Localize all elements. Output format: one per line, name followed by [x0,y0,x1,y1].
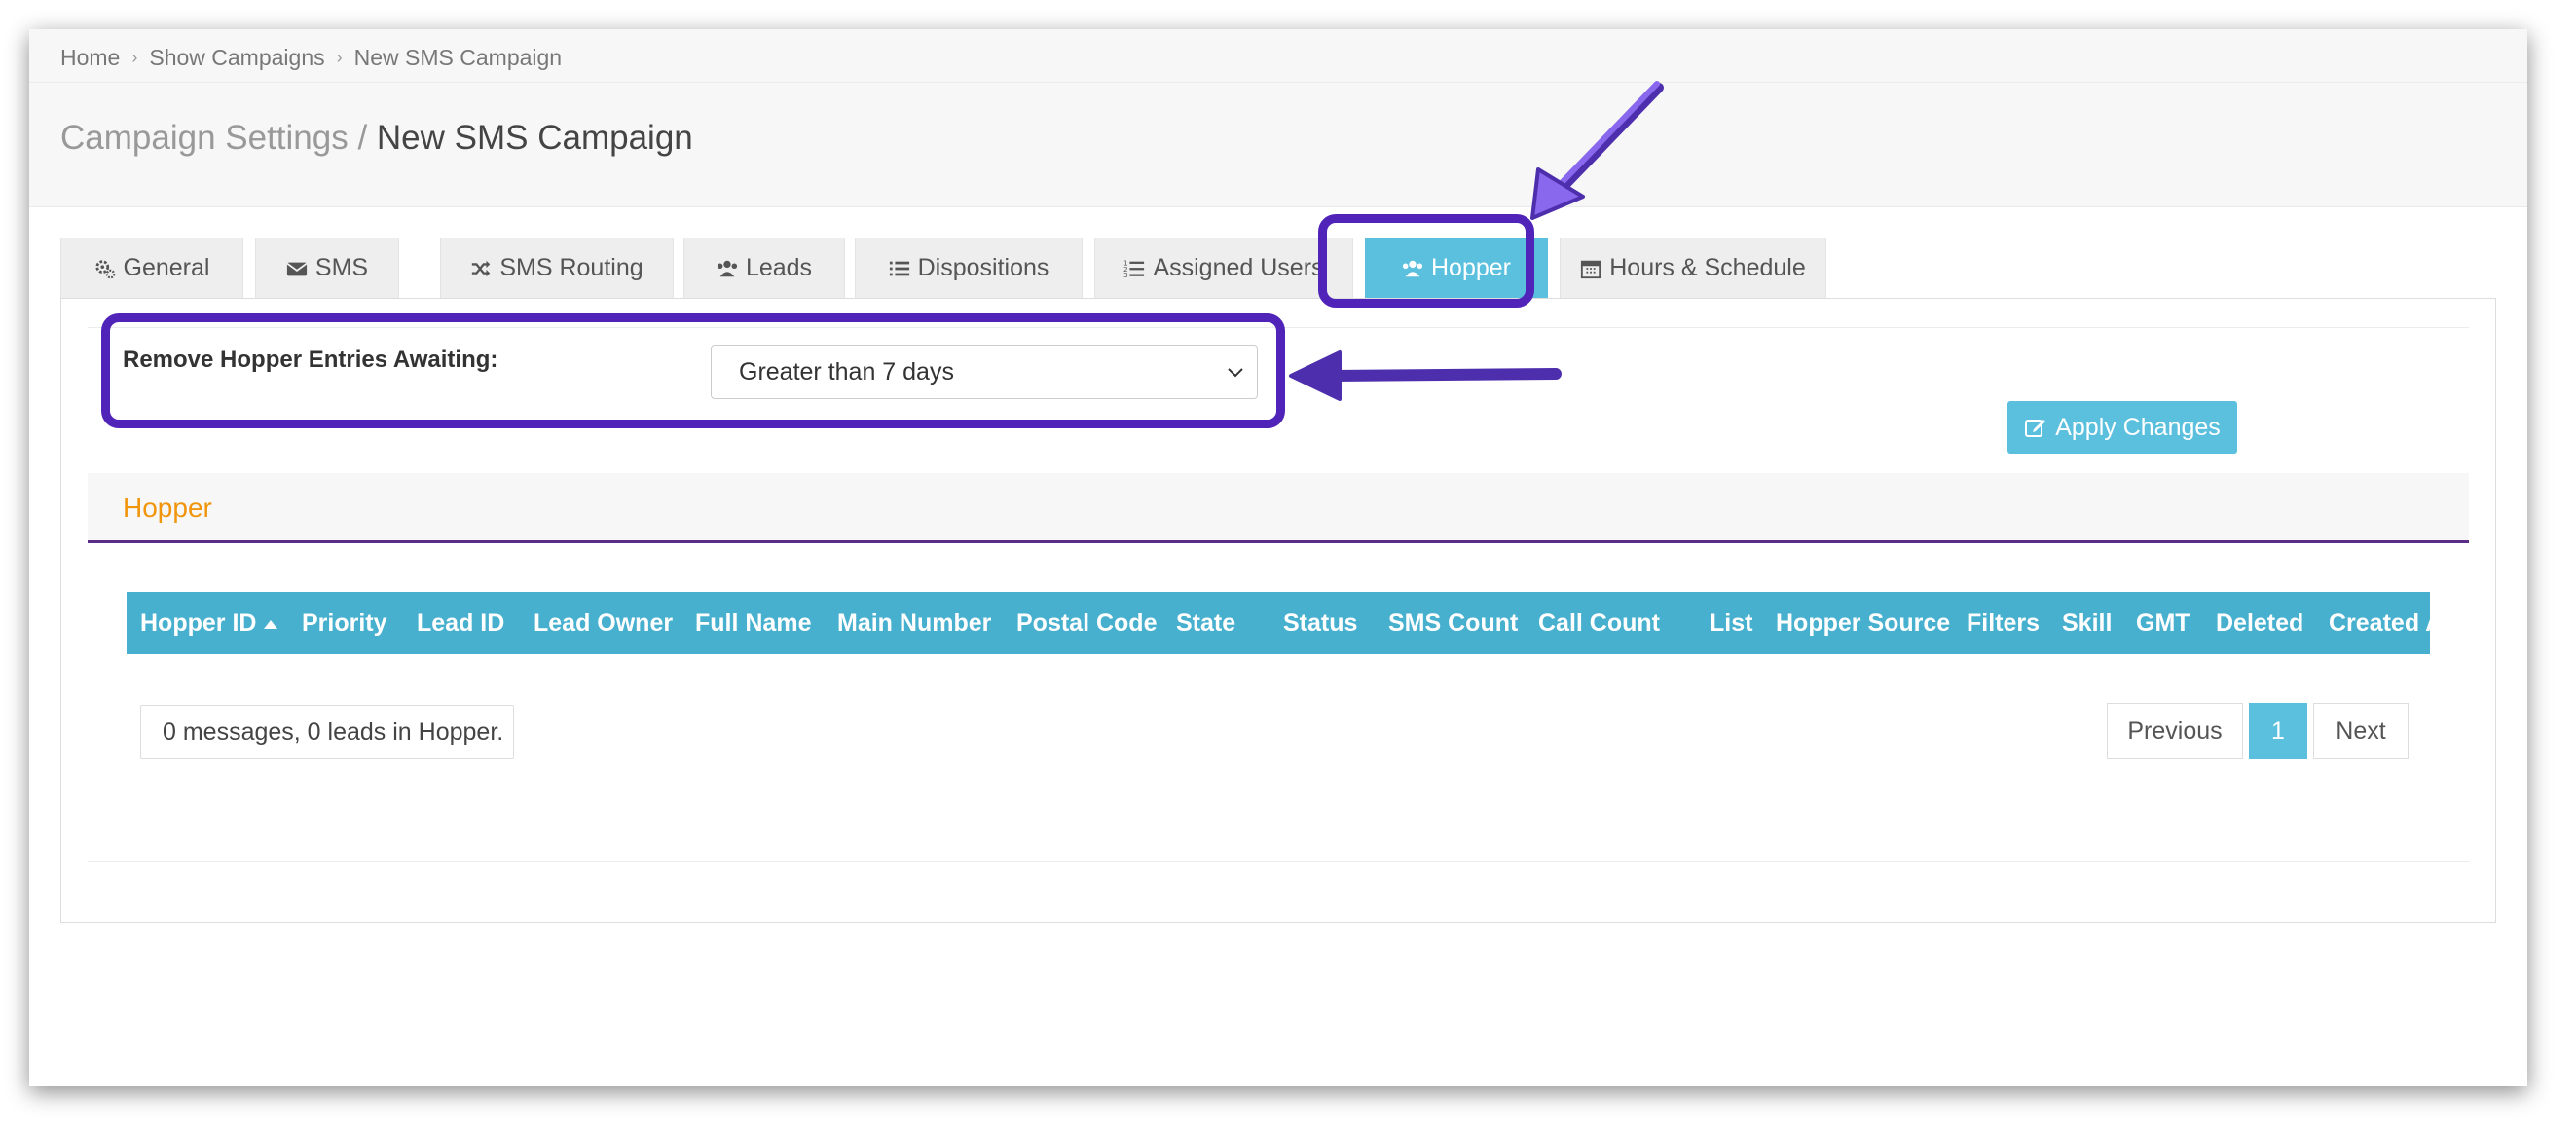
col-lead-owner[interactable]: Lead Owner [534,592,673,654]
col-main-number[interactable]: Main Number [837,592,991,654]
tab-label: SMS Routing [499,254,644,281]
col-state[interactable]: State [1176,592,1235,654]
hopper-info: 0 messages, 0 leads in Hopper. [140,705,514,759]
pagination-previous-button[interactable]: Previous [2107,703,2243,759]
users-icon [717,260,738,276]
col-priority[interactable]: Priority [302,592,387,654]
apply-changes-label: Apply Changes [2055,413,2221,441]
tab-sms[interactable]: SMS [255,238,399,298]
breadcrumb-show-campaigns[interactable]: Show Campaigns [149,45,324,71]
page-title-prefix: Campaign Settings / [60,119,368,157]
tab-leads[interactable]: Leads [683,238,845,298]
breadcrumb: Home › Show Campaigns › New SMS Campaign [60,41,562,74]
chevron-right-icon: › [131,47,138,67]
pagination-page-button[interactable]: 1 [2249,703,2307,759]
annotation-highlight-hopper-tab [1318,214,1534,308]
tab-assigned-users[interactable]: 123 Assigned Users [1094,238,1353,298]
section-title: Hopper [123,493,212,523]
col-gmt[interactable]: GMT [2136,592,2190,654]
breadcrumb-home[interactable]: Home [60,45,120,71]
random-icon [472,260,491,276]
apply-changes-button[interactable]: Apply Changes [2007,401,2237,454]
tab-label: SMS [314,254,369,281]
tab-dispositions[interactable]: Dispositions [855,238,1083,298]
hopper-table-header: Hopper ID Priority Lead ID Lead Owner Fu… [127,592,2451,654]
col-deleted[interactable]: Deleted [2216,592,2303,654]
col-sms-count[interactable]: SMS Count [1388,592,1518,654]
page-title-name: New SMS Campaign [376,119,693,157]
tab-label: Leads [745,254,813,281]
tab-hours-schedule[interactable]: Hours & Schedule [1560,238,1826,298]
col-created-at[interactable]: Created At [2329,592,2451,654]
sort-asc-icon [264,619,278,629]
col-hopper-source[interactable]: Hopper Source [1776,592,1950,654]
envelope-icon [286,262,308,275]
divider [88,861,2469,862]
hopper-section-header: Hopper [88,473,2469,543]
chevron-right-icon: › [336,47,343,67]
pagination-next-button[interactable]: Next [2313,703,2409,759]
col-full-name[interactable]: Full Name [695,592,811,654]
tab-general[interactable]: General [60,238,243,298]
tab-label: Dispositions [917,254,1049,281]
col-call-count[interactable]: Call Count [1538,592,1660,654]
list-ol-icon: 123 [1123,258,1145,279]
page-header: Home › Show Campaigns › New SMS Campaign… [29,29,2527,207]
breadcrumb-current: New SMS Campaign [353,44,563,70]
col-label: Hopper ID [140,609,257,637]
tab-label: Assigned Users [1153,254,1324,281]
tab-sms-routing[interactable]: SMS Routing [440,238,674,298]
annotation-highlight-remove-field [101,313,1285,428]
edit-icon [2025,420,2046,437]
col-status[interactable]: Status [1283,592,1357,654]
col-skill[interactable]: Skill [2062,592,2112,654]
tab-label: General [123,254,210,281]
page-title: Campaign Settings / New SMS Campaign [60,119,693,158]
list-icon [889,261,909,275]
tab-label: Hours & Schedule [1609,254,1806,281]
calendar-icon [1581,260,1601,278]
app-window: Home › Show Campaigns › New SMS Campaign… [29,29,2527,1086]
col-filters[interactable]: Filters [1967,592,2040,654]
col-lead-id[interactable]: Lead ID [417,592,504,654]
col-postal-code[interactable]: Postal Code [1016,592,1157,654]
col-list[interactable]: List [1710,592,1752,654]
gears-icon [94,259,115,278]
divider [29,82,2527,83]
col-hopper-id[interactable]: Hopper ID [140,592,278,654]
svg-text:3: 3 [1123,271,1128,279]
